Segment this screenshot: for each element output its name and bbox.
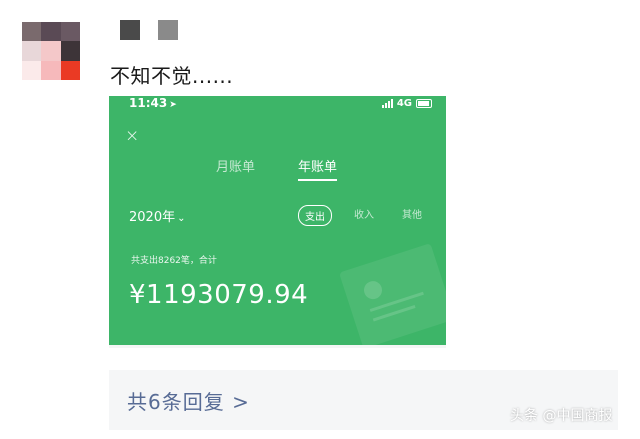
signal-icon xyxy=(381,99,393,108)
bill-screenshot[interactable]: 11:43 ➤ 4G × 月账单 年账单 2020年 ⌄ 支出 收入 其他 共支出8… xyxy=(109,96,446,348)
filter-other[interactable]: 其他 xyxy=(402,206,422,221)
expense-summary: 共支出8262笔，合计 xyxy=(131,256,217,266)
filter-income[interactable]: 收入 xyxy=(354,206,374,221)
chevron-down-icon: ⌄ xyxy=(177,213,186,224)
close-icon[interactable]: × xyxy=(125,126,139,146)
comment-text: 不知不觉...... xyxy=(110,64,234,88)
view-replies-label: 共6条回复 > xyxy=(127,390,250,414)
status-indicators: 4G xyxy=(381,98,432,109)
battery-icon xyxy=(416,99,432,108)
username-pixelated[interactable] xyxy=(120,20,178,40)
status-time: 11:43 ➤ xyxy=(129,96,177,110)
year-selector-label: 2020年 xyxy=(129,210,176,225)
status-time-text: 11:43 xyxy=(129,96,168,110)
card-bottom-edge xyxy=(109,345,446,348)
location-arrow-icon: ➤ xyxy=(169,100,177,110)
avatar[interactable] xyxy=(22,22,80,80)
total-amount: ¥1193079.94 xyxy=(129,280,309,310)
document-illustration-icon xyxy=(338,243,446,348)
network-type: 4G xyxy=(396,98,412,109)
filter-expense[interactable]: 支出 xyxy=(298,205,332,226)
source-watermark: 头条 @中国商报 xyxy=(510,408,613,424)
tab-monthly-bill[interactable]: 月账单 xyxy=(216,156,255,175)
tab-yearly-bill[interactable]: 年账单 xyxy=(298,156,338,181)
year-selector[interactable]: 2020年 ⌄ xyxy=(129,206,185,225)
